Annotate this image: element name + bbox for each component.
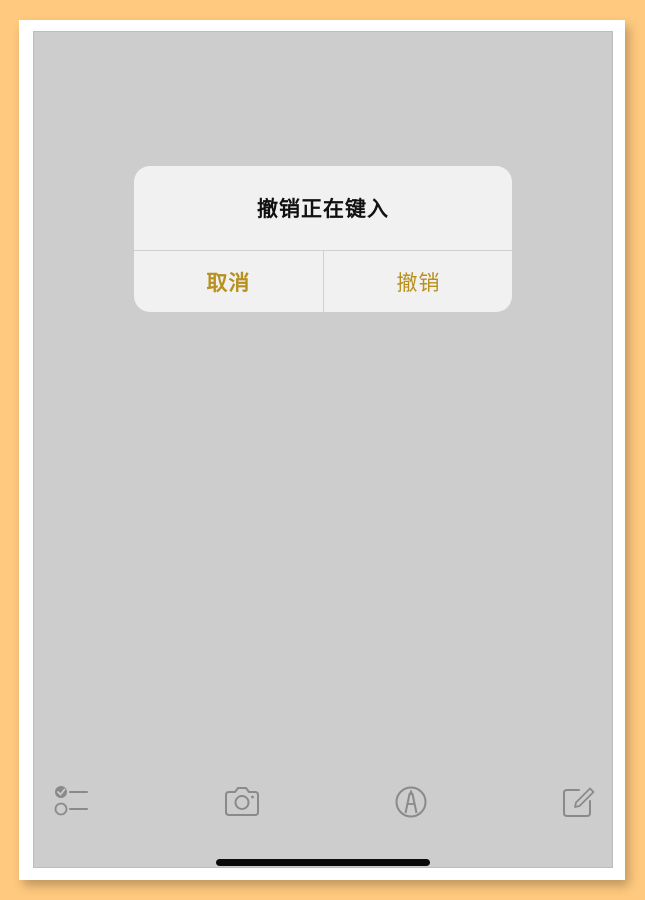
- home-indicator[interactable]: [216, 859, 430, 866]
- compose-icon[interactable]: [558, 782, 598, 822]
- checklist-icon[interactable]: [52, 782, 92, 822]
- undo-typing-alert: 撤销正在键入 取消 撤销: [134, 166, 512, 312]
- cancel-button[interactable]: 取消: [134, 251, 323, 312]
- undo-button[interactable]: 撤销: [324, 251, 512, 312]
- alert-title: 撤销正在键入: [257, 197, 389, 221]
- markup-icon[interactable]: [391, 782, 431, 822]
- photo-frame: 撤销正在键入 取消 撤销: [19, 20, 625, 880]
- camera-icon[interactable]: [222, 782, 262, 822]
- phone-screen: 撤销正在键入 取消 撤销: [33, 31, 613, 868]
